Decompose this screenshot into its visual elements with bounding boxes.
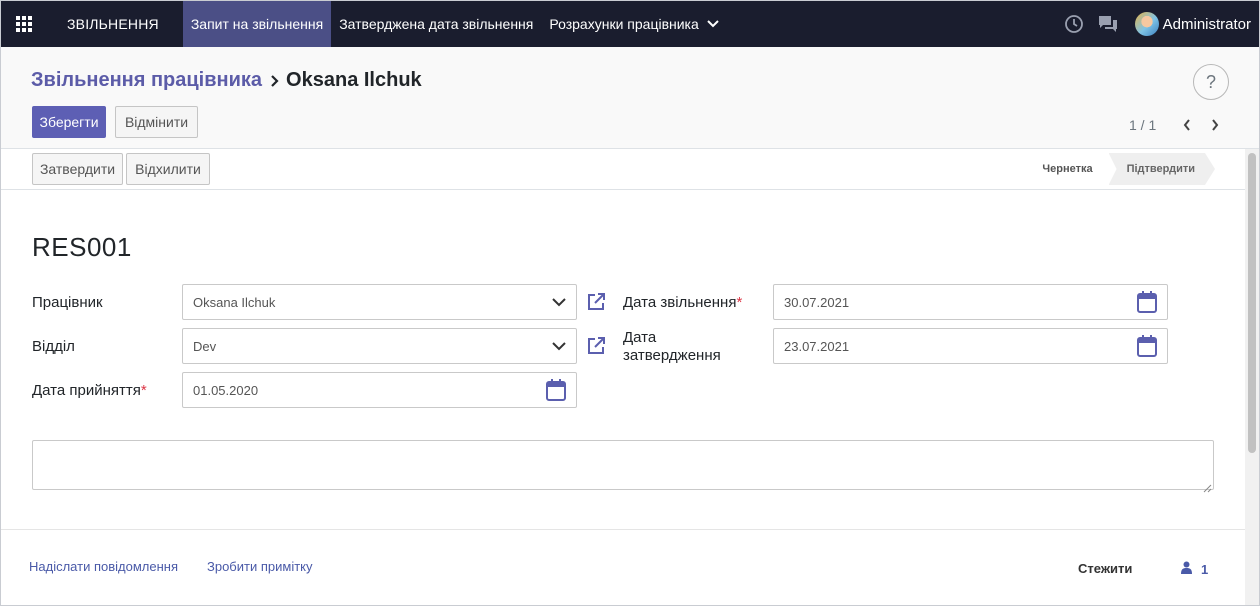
follow-button[interactable]: Стежити xyxy=(1078,561,1132,576)
breadcrumb-current: Oksana Ilchuk xyxy=(286,69,422,91)
joined-date-label-text: Дата прийняття xyxy=(32,382,141,399)
employee-value: Oksana Ilchuk xyxy=(193,294,276,310)
external-link-icon[interactable] xyxy=(585,291,607,313)
chevron-down-icon[interactable] xyxy=(552,341,566,351)
clock-icon[interactable] xyxy=(1057,1,1091,47)
joined-date-label: Дата прийняття* xyxy=(32,382,147,399)
discard-button[interactable]: Відмінити xyxy=(115,106,198,138)
stage-pipeline: Чернетка Підтвердити xyxy=(1026,153,1215,185)
required-marker: * xyxy=(736,294,743,311)
breadcrumb: Звільнення працівника Oksana Ilchuk xyxy=(31,69,422,92)
form-sheet: RES001 Працівник Oksana Ilchuk Відділ De… xyxy=(1,190,1245,529)
employee-label: Працівник xyxy=(32,294,103,311)
calendar-icon[interactable] xyxy=(1137,335,1157,357)
stage-confirm[interactable]: Підтвердити xyxy=(1109,153,1215,185)
chatter: Надіслати повідомлення Зробити примітку … xyxy=(1,529,1245,605)
log-note-link[interactable]: Зробити примітку xyxy=(207,559,313,574)
department-field[interactable]: Dev xyxy=(182,328,577,364)
joined-date-value: 01.05.2020 xyxy=(193,382,259,398)
employee-field[interactable]: Oksana Ilchuk xyxy=(182,284,577,320)
menu-item-resignation-request[interactable]: Запит на звільнення xyxy=(182,1,332,47)
approved-date-label-line1: Дата xyxy=(623,329,657,346)
chevron-down-icon xyxy=(707,20,719,28)
approve-button[interactable]: Затвердити xyxy=(32,153,123,185)
top-navbar: ЗВІЛЬНЕННЯ Запит на звільнення Затвердже… xyxy=(1,1,1259,47)
avatar[interactable] xyxy=(1134,12,1159,36)
pager: 1 / 1 xyxy=(1129,114,1226,136)
vertical-scrollbar[interactable] xyxy=(1245,149,1259,605)
resign-date-value: 30.07.2021 xyxy=(784,294,850,310)
send-message-link[interactable]: Надіслати повідомлення xyxy=(29,559,178,574)
approved-date-label: Дата затвердження xyxy=(623,329,721,365)
approved-date-field[interactable]: 23.07.2021 xyxy=(773,328,1168,364)
calendar-icon[interactable] xyxy=(546,379,566,401)
menu-item-approved-resignation[interactable]: Затверджена дата звільнення xyxy=(331,1,541,47)
menu-item-label: Затверджена дата звільнення xyxy=(339,16,534,32)
menu-item-label: Розрахунки працівника xyxy=(549,16,699,32)
resign-date-field[interactable]: 30.07.2021 xyxy=(773,284,1168,320)
resign-date-label-text: Дата звільнення xyxy=(623,294,737,311)
user-icon xyxy=(1181,561,1192,577)
pager-value[interactable]: 1 / 1 xyxy=(1129,117,1156,133)
chevron-right-icon xyxy=(270,74,280,88)
resize-handle-icon[interactable] xyxy=(1203,480,1243,527)
save-button[interactable]: Зберегти xyxy=(32,106,106,138)
record-name: RES001 xyxy=(32,232,132,262)
reject-button[interactable]: Відхилити xyxy=(126,153,210,185)
app-brand[interactable]: ЗВІЛЬНЕННЯ xyxy=(67,16,159,32)
breadcrumb-parent[interactable]: Звільнення працівника xyxy=(31,69,262,92)
status-bar: Затвердити Відхилити Чернетка Підтвердит… xyxy=(1,149,1245,190)
user-menu[interactable]: Administrator xyxy=(1163,16,1251,33)
joined-date-field[interactable]: 01.05.2020 xyxy=(182,372,577,408)
menu-item-label: Запит на звільнення xyxy=(190,16,324,32)
stage-draft[interactable]: Чернетка xyxy=(1026,153,1108,185)
chat-icon[interactable] xyxy=(1091,1,1125,47)
required-marker: * xyxy=(140,382,147,399)
followers-count: 1 xyxy=(1201,561,1209,577)
approved-date-value: 23.07.2021 xyxy=(784,338,850,354)
calendar-icon[interactable] xyxy=(1137,291,1157,313)
help-button[interactable]: ? xyxy=(1193,64,1229,100)
note-textarea[interactable] xyxy=(32,440,1214,490)
menu-item-employee-settlements[interactable]: Розрахунки працівника xyxy=(541,1,726,47)
department-label: Відділ xyxy=(32,338,75,355)
grid-icon[interactable] xyxy=(1,1,47,47)
chevron-left-icon[interactable] xyxy=(1176,114,1198,136)
department-value: Dev xyxy=(193,338,217,354)
chevron-right-icon[interactable] xyxy=(1204,114,1226,136)
scrollbar-thumb[interactable] xyxy=(1248,153,1256,453)
resign-date-label: Дата звільнення* xyxy=(623,294,742,311)
approved-date-label-line2: затвердження xyxy=(623,347,721,364)
external-link-icon[interactable] xyxy=(585,335,607,357)
chevron-down-icon[interactable] xyxy=(552,297,566,307)
followers-button[interactable]: 1 xyxy=(1181,561,1208,577)
control-panel: Звільнення працівника Oksana Ilchuk ? Зб… xyxy=(1,47,1259,149)
